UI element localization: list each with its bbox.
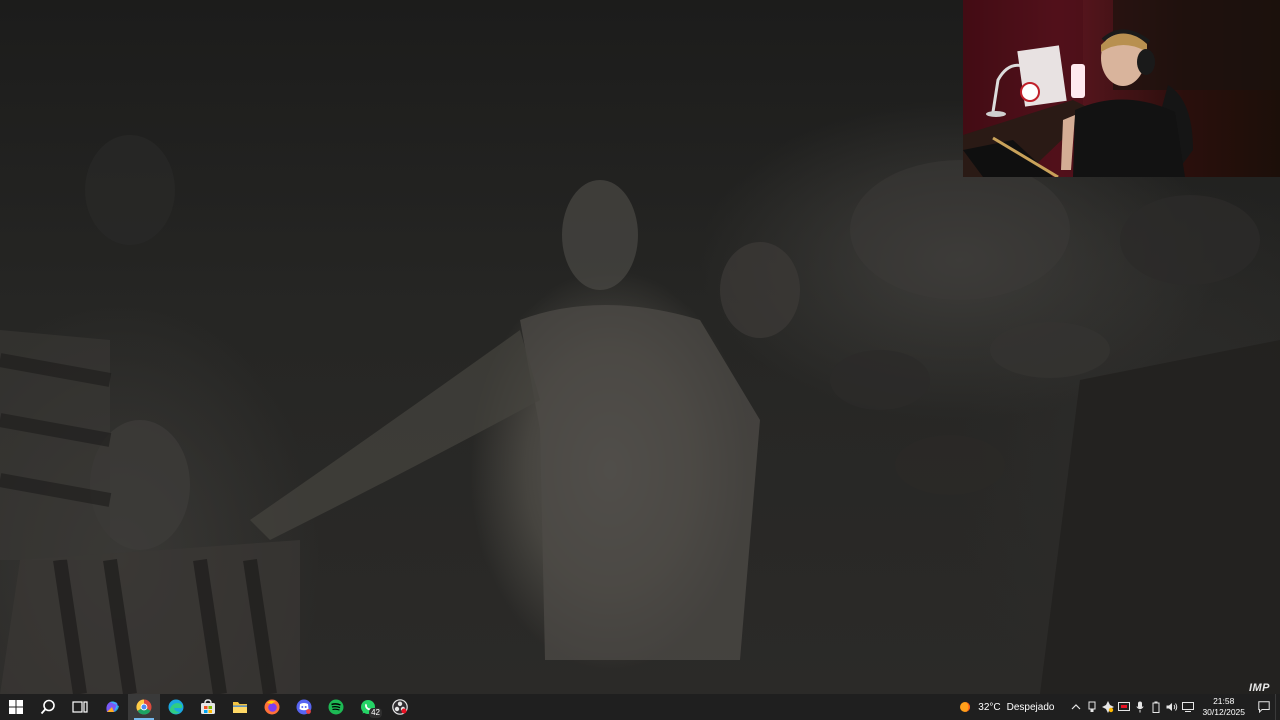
taskbar-app-whatsapp[interactable]: 42 <box>352 694 384 720</box>
folder-icon <box>233 702 247 713</box>
weather-temperature: 32°C <box>978 701 1001 713</box>
taskbar-search-button[interactable] <box>32 694 64 720</box>
task-view-icon <box>72 701 88 713</box>
taskbar-app-chrome[interactable] <box>128 694 160 720</box>
spotify-icon <box>328 699 344 715</box>
channel-watermark: IMP <box>1248 682 1270 694</box>
tray-battery[interactable] <box>1148 694 1164 720</box>
taskbar-app-copilot[interactable] <box>96 694 128 720</box>
tray-microphone[interactable] <box>1132 694 1148 720</box>
tray-speaker[interactable] <box>1164 694 1180 720</box>
discord-icon <box>296 699 312 715</box>
taskbar-app-discord[interactable] <box>288 694 320 720</box>
network-icon <box>1182 702 1195 712</box>
weather-condition: Despejado <box>1006 701 1055 713</box>
notification-center-button[interactable] <box>1253 694 1275 720</box>
tray-display[interactable] <box>1116 694 1132 720</box>
task-view-button[interactable] <box>64 694 96 720</box>
taskbar-app-store[interactable] <box>192 694 224 720</box>
taskbar-app-edge[interactable] <box>160 694 192 720</box>
usb-icon <box>1088 701 1096 712</box>
show-desktop-button[interactable] <box>1275 694 1280 720</box>
colorful-app-icon <box>1102 701 1115 713</box>
show-hidden-icons-button[interactable] <box>1068 694 1084 720</box>
taskbar-app-spotify[interactable] <box>320 694 352 720</box>
taskbar: 42 32°C Despejado 21:58 30/12/2025 <box>0 694 1280 720</box>
speaker-icon <box>1166 703 1178 711</box>
microphone-icon <box>1136 701 1145 713</box>
notification-icon <box>1258 701 1270 713</box>
webcam-feed <box>963 0 1280 177</box>
webcam-overlay <box>963 0 1280 177</box>
tray-usb[interactable] <box>1084 694 1100 720</box>
taskbar-app-obs[interactable] <box>384 694 416 720</box>
clock-date: 30/12/2025 <box>1202 707 1245 717</box>
tray-icons <box>1068 694 1196 720</box>
taskbar-app-file-explorer[interactable] <box>224 694 256 720</box>
firefox-icon <box>264 699 280 715</box>
windows-start-icon <box>9 700 23 714</box>
obs-icon <box>392 699 408 715</box>
system-tray: 32°C Despejado 21:58 30/12/2025 <box>958 694 1280 720</box>
taskbar-app-firefox[interactable] <box>256 694 288 720</box>
start-button[interactable] <box>0 694 32 720</box>
edge-icon <box>168 699 184 715</box>
chevron-up-icon <box>1072 704 1081 710</box>
tray-network[interactable] <box>1180 694 1196 720</box>
tray-colorful-app[interactable] <box>1100 694 1116 720</box>
battery-icon <box>1152 701 1160 713</box>
chrome-icon <box>136 699 152 715</box>
whatsapp-unread-badge: 42 <box>369 708 382 718</box>
search-icon <box>40 699 55 715</box>
taskbar-clock[interactable]: 21:58 30/12/2025 <box>1202 696 1245 718</box>
sun-weather-icon <box>960 702 971 712</box>
clock-time: 21:58 <box>1213 696 1235 706</box>
copilot-icon <box>106 701 119 712</box>
store-icon <box>201 699 215 714</box>
display-icon <box>1118 702 1131 711</box>
weather-widget[interactable]: 32°C Despejado <box>958 700 1054 714</box>
